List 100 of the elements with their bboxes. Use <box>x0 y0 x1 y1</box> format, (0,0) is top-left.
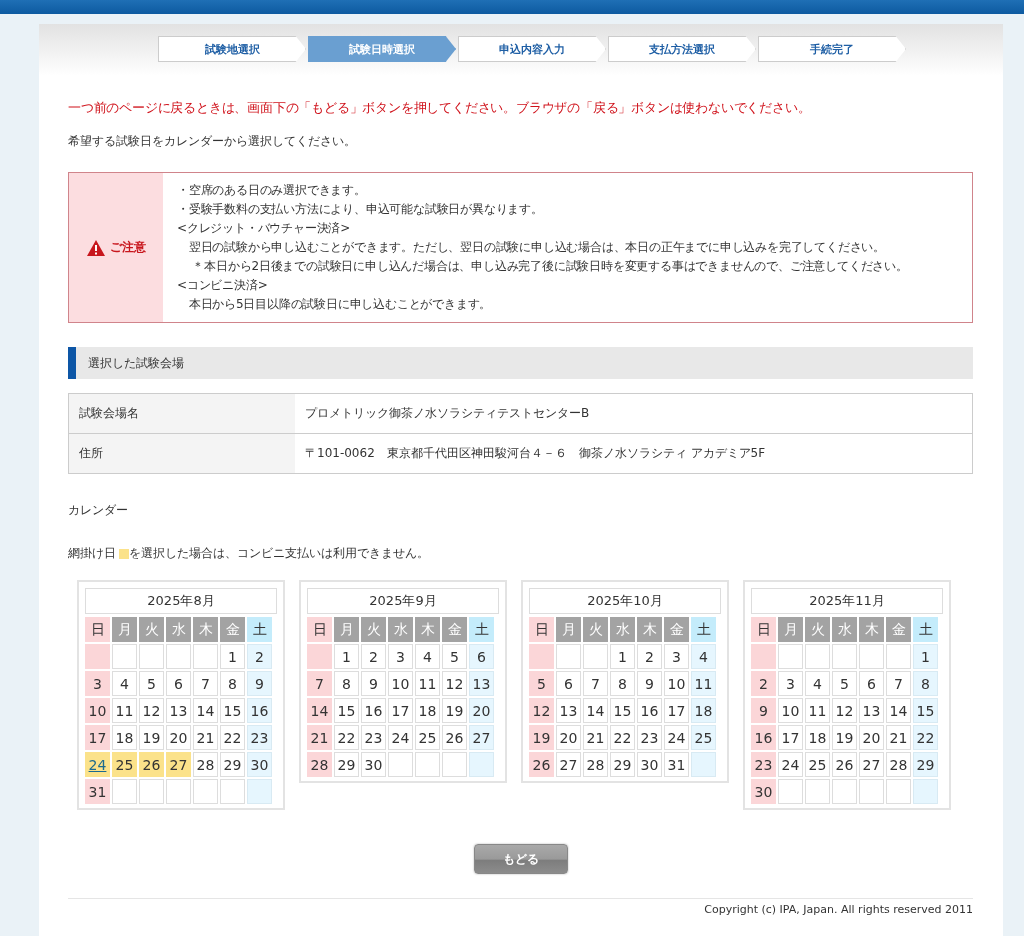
date-cell: 11 <box>112 698 137 723</box>
weekday-header: 火 <box>583 617 608 642</box>
empty-cell <box>112 779 137 804</box>
date-cell: 29 <box>334 752 359 777</box>
empty-cell <box>85 644 110 669</box>
warning-message: 一つ前のページに戻るときは、画面下の「もどる」ボタンを押してください。ブラウザの「戻る」ボタンは使わないでください。 <box>68 100 812 117</box>
weekday-header: 金 <box>664 617 689 642</box>
copyright-text: Copyright (c) IPA, Japan. All rights reserved 2011 <box>704 903 973 916</box>
empty-cell <box>193 644 218 669</box>
notice-text: 翌日の試験から申し込むことができます。ただし、翌日の試験に申し込む場合は、本日の正午までに申し込みを完了してください。 <box>187 239 886 256</box>
date-cell: 28 <box>583 752 608 777</box>
empty-cell <box>529 644 554 669</box>
date-link[interactable]: 24 <box>85 752 110 777</box>
date-cell: 21 <box>307 725 332 750</box>
date-cell: 14 <box>193 698 218 723</box>
date-cell: 4 <box>112 671 137 696</box>
notice-text: <コンビニ決済> <box>177 277 269 294</box>
date-cell: 24 <box>388 725 413 750</box>
date-cell: 4 <box>691 644 716 669</box>
date-cell: 29 <box>913 752 938 777</box>
weekday-header: 火 <box>805 617 830 642</box>
month-title: 2025年9月 <box>307 588 499 614</box>
date-cell: 5 <box>139 671 164 696</box>
date-cell: 27 <box>469 725 494 750</box>
progress-step: 試験日時選択 <box>308 36 456 62</box>
date-cell: 19 <box>442 698 467 723</box>
date-cell: 15 <box>610 698 635 723</box>
date-cell: 12 <box>529 698 554 723</box>
notice-text: <クレジット・バウチャー決済> <box>177 220 352 237</box>
empty-cell <box>805 779 830 804</box>
table-header-cell: 試験会場名 <box>68 393 295 434</box>
weekday-header: 火 <box>139 617 164 642</box>
month-title: 2025年11月 <box>751 588 943 614</box>
date-cell: 16 <box>247 698 272 723</box>
weekday-header: 月 <box>778 617 803 642</box>
weekday-header: 月 <box>556 617 581 642</box>
date-cell: 16 <box>751 725 776 750</box>
date-cell: 14 <box>583 698 608 723</box>
weekday-header: 土 <box>247 617 272 642</box>
progress-step: 申込内容入力 <box>458 36 606 62</box>
date-cell: 26 <box>139 752 164 777</box>
date-cell: 14 <box>307 698 332 723</box>
weekday-header: 水 <box>610 617 635 642</box>
date-cell: 2 <box>361 644 386 669</box>
date-cell: 4 <box>415 644 440 669</box>
empty-cell <box>139 644 164 669</box>
date-cell: 17 <box>388 698 413 723</box>
date-cell: 7 <box>193 671 218 696</box>
date-cell: 19 <box>832 725 857 750</box>
date-cell: 9 <box>751 698 776 723</box>
date-cell: 5 <box>529 671 554 696</box>
notice-label: ご注意 <box>110 239 146 256</box>
notice-text: ・空席のある日のみ選択できます。 <box>177 182 367 199</box>
weekday-header: 木 <box>859 617 884 642</box>
date-cell: 28 <box>307 752 332 777</box>
date-cell: 13 <box>556 698 581 723</box>
date-cell: 30 <box>751 779 776 804</box>
date-cell: 4 <box>805 671 830 696</box>
empty-cell <box>859 644 884 669</box>
date-cell: 5 <box>832 671 857 696</box>
date-cell: 18 <box>415 698 440 723</box>
date-cell: 10 <box>664 671 689 696</box>
month-title: 2025年8月 <box>85 588 277 614</box>
date-cell: 31 <box>664 752 689 777</box>
empty-cell <box>415 752 440 777</box>
empty-cell <box>778 644 803 669</box>
date-cell: 6 <box>859 671 884 696</box>
empty-cell <box>193 779 218 804</box>
weekday-header: 水 <box>832 617 857 642</box>
date-cell: 25 <box>112 752 137 777</box>
date-cell: 30 <box>247 752 272 777</box>
weekday-header: 月 <box>112 617 137 642</box>
date-cell: 10 <box>778 698 803 723</box>
empty-cell <box>388 752 413 777</box>
date-cell: 3 <box>778 671 803 696</box>
date-cell: 6 <box>469 644 494 669</box>
date-cell: 6 <box>166 671 191 696</box>
date-cell: 29 <box>220 752 245 777</box>
date-cell: 7 <box>307 671 332 696</box>
date-cell: 25 <box>805 752 830 777</box>
weekday-header: 金 <box>220 617 245 642</box>
weekday-header: 日 <box>751 617 776 642</box>
progress-step: 支払方法選択 <box>608 36 756 62</box>
date-cell: 3 <box>388 644 413 669</box>
date-cell: 23 <box>637 725 662 750</box>
empty-cell <box>469 752 494 777</box>
date-cell: 25 <box>415 725 440 750</box>
back-button[interactable]: もどる <box>473 844 568 874</box>
date-cell: 11 <box>805 698 830 723</box>
progress-step: 手続完了 <box>758 36 906 62</box>
date-cell: 18 <box>112 725 137 750</box>
weekday-header: 日 <box>307 617 332 642</box>
date-cell: 20 <box>859 725 884 750</box>
empty-cell <box>886 644 911 669</box>
date-cell: 1 <box>334 644 359 669</box>
hatched-swatch <box>119 548 129 559</box>
empty-cell <box>859 779 884 804</box>
month-title: 2025年10月 <box>529 588 721 614</box>
date-cell: 28 <box>886 752 911 777</box>
notice-text: ＊本日から2日後までの試験日に申し込んだ場合は、申し込み完了後に試験日時を変更する事はできませんので、ご注意してください。 <box>191 258 908 275</box>
